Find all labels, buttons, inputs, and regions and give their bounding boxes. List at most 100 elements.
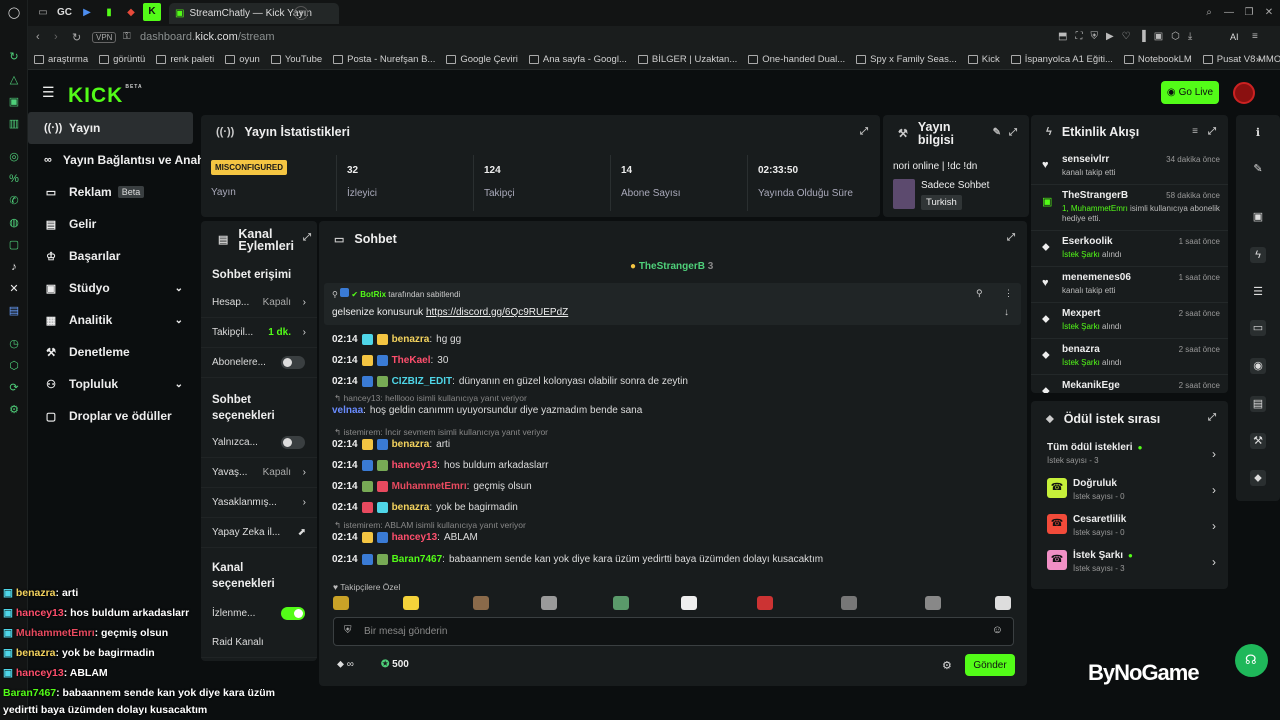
popout-icon[interactable]: ⤢ — [1007, 232, 1015, 243]
bookmark-item[interactable]: araştırma — [34, 54, 88, 65]
hamburger-icon[interactable]: ☰ — [42, 84, 55, 101]
kick-logo[interactable]: KICK BETA — [68, 84, 143, 108]
chat-message[interactable]: 02:14 benazra: yok be bagirmadin — [332, 502, 518, 513]
action-row[interactable]: Abonelere... — [201, 348, 317, 378]
queue-item[interactable]: ☎ İstek Şarkı ● İstek sayısı - 3 › — [1031, 545, 1228, 581]
list-icon[interactable]: ☰ — [1250, 284, 1266, 300]
emote-icon[interactable] — [681, 596, 697, 610]
rewards-icon[interactable]: ⬥ ∞ — [337, 659, 354, 670]
emote-icon[interactable] — [841, 596, 857, 610]
bookmark-item[interactable]: Google Çeviri — [446, 54, 518, 65]
minimize-icon[interactable]: — — [1222, 6, 1236, 20]
player-icon[interactable]: ▣ — [7, 95, 21, 109]
clock-icon[interactable]: ◷ — [7, 337, 21, 351]
tiktok-icon[interactable]: ♪ — [7, 260, 21, 274]
search-icon[interactable]: ⌕ — [1202, 6, 1216, 20]
chat-message[interactable]: 02:14 benazra: arti — [332, 439, 450, 450]
emote-icon[interactable] — [473, 596, 489, 610]
nav-item-9[interactable]: ▢ Droplar ve ödüller — [28, 400, 193, 432]
emote-icon[interactable] — [541, 596, 557, 610]
popout-icon[interactable]: ⤢ — [860, 126, 868, 137]
send-button[interactable]: Gönder — [965, 654, 1015, 676]
reply-context[interactable]: ↰ istemirem: ABLAM isimli kullanıcıya ya… — [334, 520, 526, 531]
action-row[interactable]: Yalnızca... — [201, 428, 317, 458]
tab-icon[interactable]: ▮ — [102, 6, 116, 20]
avatar[interactable] — [1233, 82, 1255, 104]
action-row[interactable]: Hesap... Kapalı › — [201, 288, 317, 318]
message-user[interactable]: TheKael — [392, 355, 431, 366]
chat-message[interactable]: 02:14 hancey13: hos buldum arkadaslarr — [332, 460, 548, 471]
bookmark-item[interactable]: YouTube — [270, 54, 322, 65]
channel-points[interactable]: ✪ 500 — [381, 659, 409, 670]
active-tab[interactable]: ▣ StreamChatly — Kick Yayın — [169, 3, 339, 24]
bookmark-item[interactable]: İspanyolca A1 Eğiti... — [1010, 54, 1113, 65]
pin-icon[interactable]: ⚲ — [976, 288, 983, 299]
popout-icon[interactable]: ⤢ — [1009, 126, 1017, 139]
toggle-switch[interactable] — [281, 356, 305, 369]
instagram-icon[interactable]: ▢ — [7, 238, 21, 252]
nav-item-6[interactable]: ▦ Analitik ⌄ — [28, 304, 193, 336]
bookmark-item[interactable]: NotebookLM — [1123, 54, 1192, 65]
chat-message[interactable]: 02:14 hancey13: ABLAM — [332, 532, 478, 543]
bookmark-item[interactable]: Posta - Nurefşan B... — [333, 54, 435, 65]
nav-item-4[interactable]: ♔ Başarılar — [28, 240, 193, 272]
top-gifter[interactable]: ● TheStrangerB 3 — [630, 261, 713, 272]
pinned-link[interactable]: https://discord.gg/6Qc9RUEPdZ — [426, 307, 568, 318]
queue-item[interactable]: Tüm ödül istekleri ● İstek sayısı - 3 › — [1031, 437, 1228, 473]
chat-input[interactable]: ⛨ Bir mesaj gönderin ☺ — [333, 617, 1014, 646]
nav-item-5[interactable]: ▣ Stüdyo ⌄ — [28, 272, 193, 304]
app-icon[interactable]: ▤ — [7, 304, 21, 318]
bookmark-item[interactable]: oyun — [225, 54, 260, 65]
tab-icon[interactable]: ▭ — [36, 6, 50, 20]
broadcast-icon[interactable]: ◉ — [1250, 358, 1266, 374]
emote-icon[interactable] — [995, 596, 1011, 610]
collapse-icon[interactable]: ↓ — [1004, 307, 1009, 318]
edit-icon[interactable]: ✎ — [1250, 161, 1266, 177]
settings-icon[interactable]: ⚙ — [7, 403, 21, 417]
popout-icon[interactable]: ⤢ — [1208, 126, 1216, 137]
reload-icon[interactable]: ↻ — [72, 31, 81, 44]
emote-icon[interactable] — [757, 596, 773, 610]
message-user[interactable]: benazra — [392, 439, 430, 450]
chat-message[interactable]: 02:14 benazra: hg gg — [332, 334, 461, 345]
edit-icon[interactable]: ✎ — [993, 126, 1001, 139]
tab-icon[interactable]: ◆ — [124, 6, 138, 20]
bookmark-item[interactable]: BİLGER | Uzaktan... — [637, 54, 737, 65]
message-user[interactable]: hancey13 — [392, 460, 438, 471]
go-live-button[interactable]: ◉ Go Live — [1161, 81, 1219, 104]
message-user[interactable]: Baran7467 — [392, 554, 443, 565]
bookmark-item[interactable]: görüntü — [99, 54, 145, 65]
bookmark-item[interactable]: Kick — [967, 54, 1000, 65]
action-row[interactable]: Yasaklanmış... › — [201, 488, 317, 518]
tab-icon[interactable]: ▶ — [80, 6, 94, 20]
new-tab-icon[interactable]: + — [294, 6, 308, 20]
popout-icon[interactable]: ⤢ — [303, 232, 311, 244]
close-icon[interactable]: ✕ — [1262, 6, 1276, 20]
emoji-icon[interactable]: ☺ — [992, 624, 1003, 636]
reward-icon[interactable]: ⬥ — [1250, 470, 1266, 486]
box-icon[interactable]: ⬡ — [7, 359, 21, 373]
messenger2-icon[interactable]: ◍ — [7, 216, 21, 230]
emote-icon[interactable] — [925, 596, 941, 610]
ai-button[interactable]: AI — [1230, 32, 1239, 42]
nav-item-7[interactable]: ⚒ Denetleme — [28, 336, 193, 368]
menu-icon[interactable]: ≡ — [1252, 31, 1258, 42]
chat-message[interactable]: velnaa: hoş geldin canımm uyuyorsundur di… — [332, 405, 642, 416]
support-button[interactable]: ☊ — [1235, 644, 1268, 677]
toggle-switch[interactable] — [281, 436, 305, 449]
action-row[interactable]: Yavaş... Kapalı › — [201, 458, 317, 488]
emote-icon[interactable] — [613, 596, 629, 610]
lightning-icon[interactable]: ϟ — [1250, 247, 1266, 263]
x-icon[interactable]: ✕ — [7, 282, 21, 296]
bookmark-item[interactable]: Spy x Family Seas... — [856, 54, 957, 65]
back-icon[interactable]: ‹ — [36, 31, 40, 43]
extension-icons[interactable]: ⬒⛶⛨▶♡▐▣⬡⤓ — [1058, 31, 1200, 42]
tab-gc[interactable]: GC — [57, 6, 72, 20]
settings-icon[interactable]: ⚙ — [942, 659, 952, 672]
action-row[interactable]: Takipçil... 1 dk. › — [201, 318, 317, 348]
chat-icon[interactable]: ▭ — [1250, 320, 1266, 336]
emote-icon[interactable] — [403, 596, 419, 610]
nav-item-0[interactable]: ((·)) Yayın — [28, 112, 193, 144]
url-field[interactable]: dashboard.kick.com/stream — [140, 31, 275, 43]
messenger-icon[interactable]: ▥ — [7, 117, 21, 131]
